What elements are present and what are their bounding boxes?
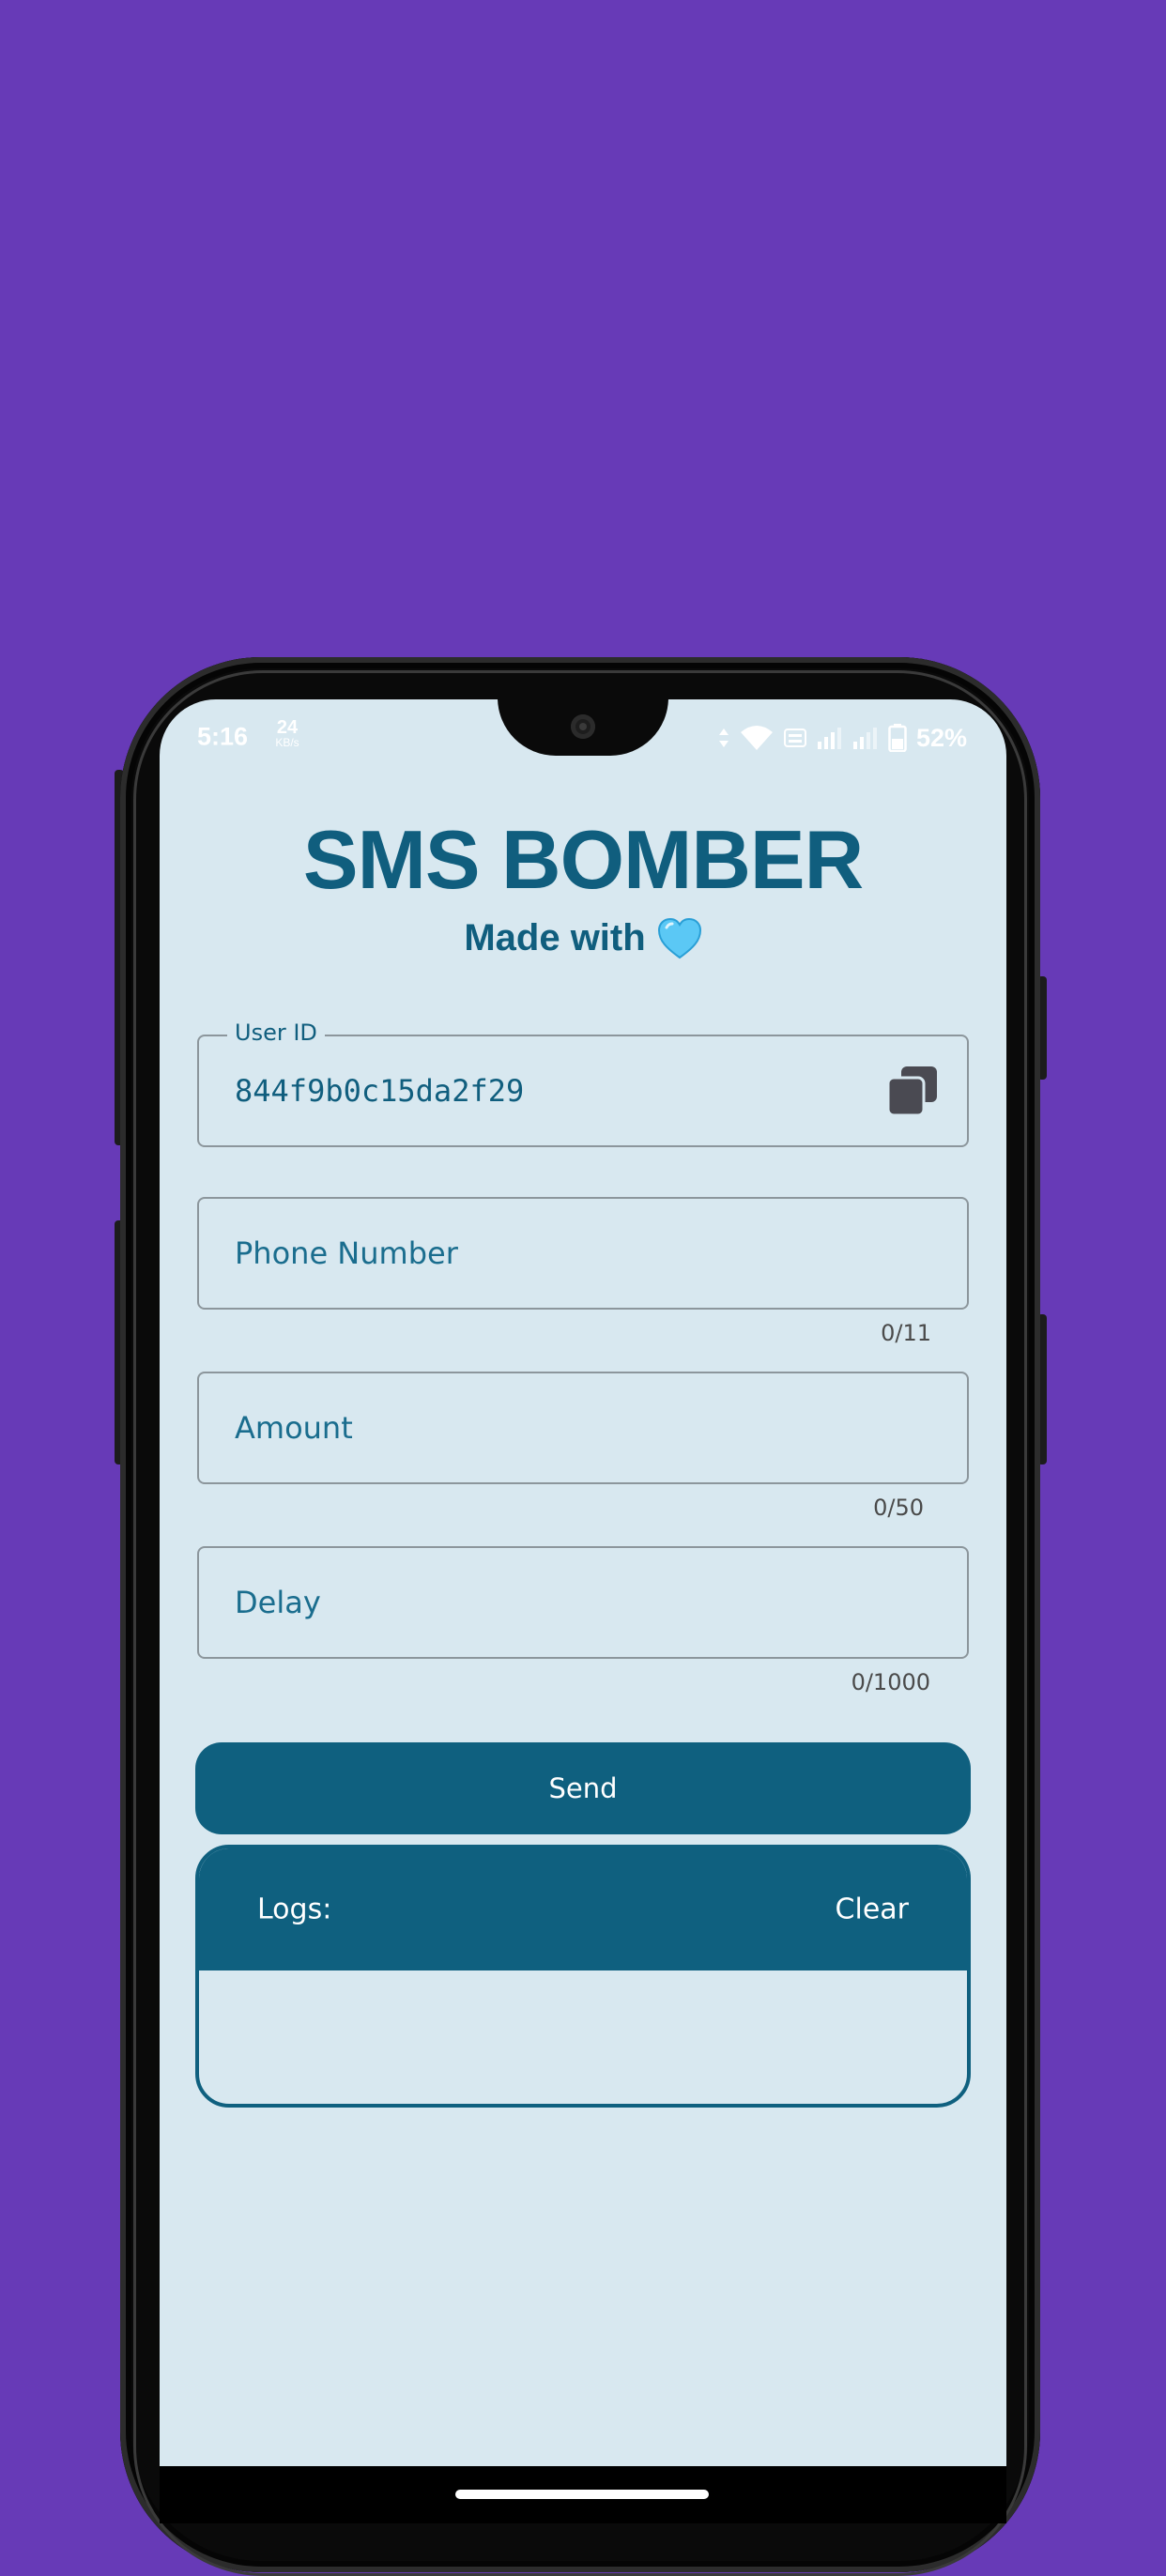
amount-input[interactable]: Amount bbox=[197, 1372, 969, 1484]
status-icons: 52% bbox=[717, 724, 967, 752]
network-speed: 24 KB/s bbox=[268, 718, 306, 748]
app-subtitle: Made with bbox=[160, 917, 1006, 959]
wifi-icon bbox=[740, 726, 773, 750]
phone-number-input[interactable]: Phone Number bbox=[197, 1197, 969, 1310]
delay-input[interactable]: Delay bbox=[197, 1546, 969, 1659]
phone-number-placeholder: Phone Number bbox=[235, 1235, 458, 1271]
subtitle-text: Made with bbox=[464, 917, 646, 958]
heart-icon bbox=[657, 917, 701, 958]
phone-number-counter: 0/11 bbox=[881, 1320, 931, 1346]
volte-icon bbox=[783, 728, 806, 747]
delay-placeholder: Delay bbox=[235, 1585, 321, 1620]
front-camera bbox=[571, 714, 595, 739]
user-id-field[interactable]: User ID 844f9b0c15da2f29 bbox=[197, 1020, 969, 1147]
navigation-bar bbox=[160, 2466, 1006, 2523]
battery-percent: 52% bbox=[915, 723, 967, 752]
status-time: 5:16 bbox=[197, 722, 249, 751]
logs-output bbox=[199, 1970, 967, 2104]
network-speed-value: 24 bbox=[276, 717, 299, 738]
amount-placeholder: Amount bbox=[235, 1410, 353, 1446]
clear-logs-button[interactable]: Clear bbox=[836, 1894, 909, 1926]
delay-counter: 0/1000 bbox=[851, 1669, 930, 1695]
user-id-label: User ID bbox=[227, 1020, 325, 1046]
phone-screen: 5:16 24 KB/s 52% SMS BOMBER Made with Us… bbox=[160, 699, 1006, 2523]
app-title: SMS BOMBER bbox=[302, 813, 864, 906]
logs-header: Logs: Clear bbox=[199, 1848, 967, 1970]
data-transfer-icon bbox=[718, 728, 729, 747]
user-id-value: 844f9b0c15da2f29 bbox=[235, 1073, 525, 1109]
network-speed-unit: KB/s bbox=[275, 736, 299, 749]
amount-counter: 0/50 bbox=[873, 1495, 924, 1521]
logs-title: Logs: bbox=[257, 1893, 332, 1926]
signal-icon-sim2 bbox=[852, 728, 877, 749]
signal-icon-sim1 bbox=[817, 728, 841, 749]
battery-icon bbox=[888, 724, 907, 752]
logs-panel: Logs: Clear bbox=[195, 1845, 971, 2108]
copy-icon[interactable] bbox=[884, 1063, 941, 1119]
send-button[interactable]: Send bbox=[195, 1742, 971, 1834]
home-indicator[interactable] bbox=[455, 2490, 709, 2499]
